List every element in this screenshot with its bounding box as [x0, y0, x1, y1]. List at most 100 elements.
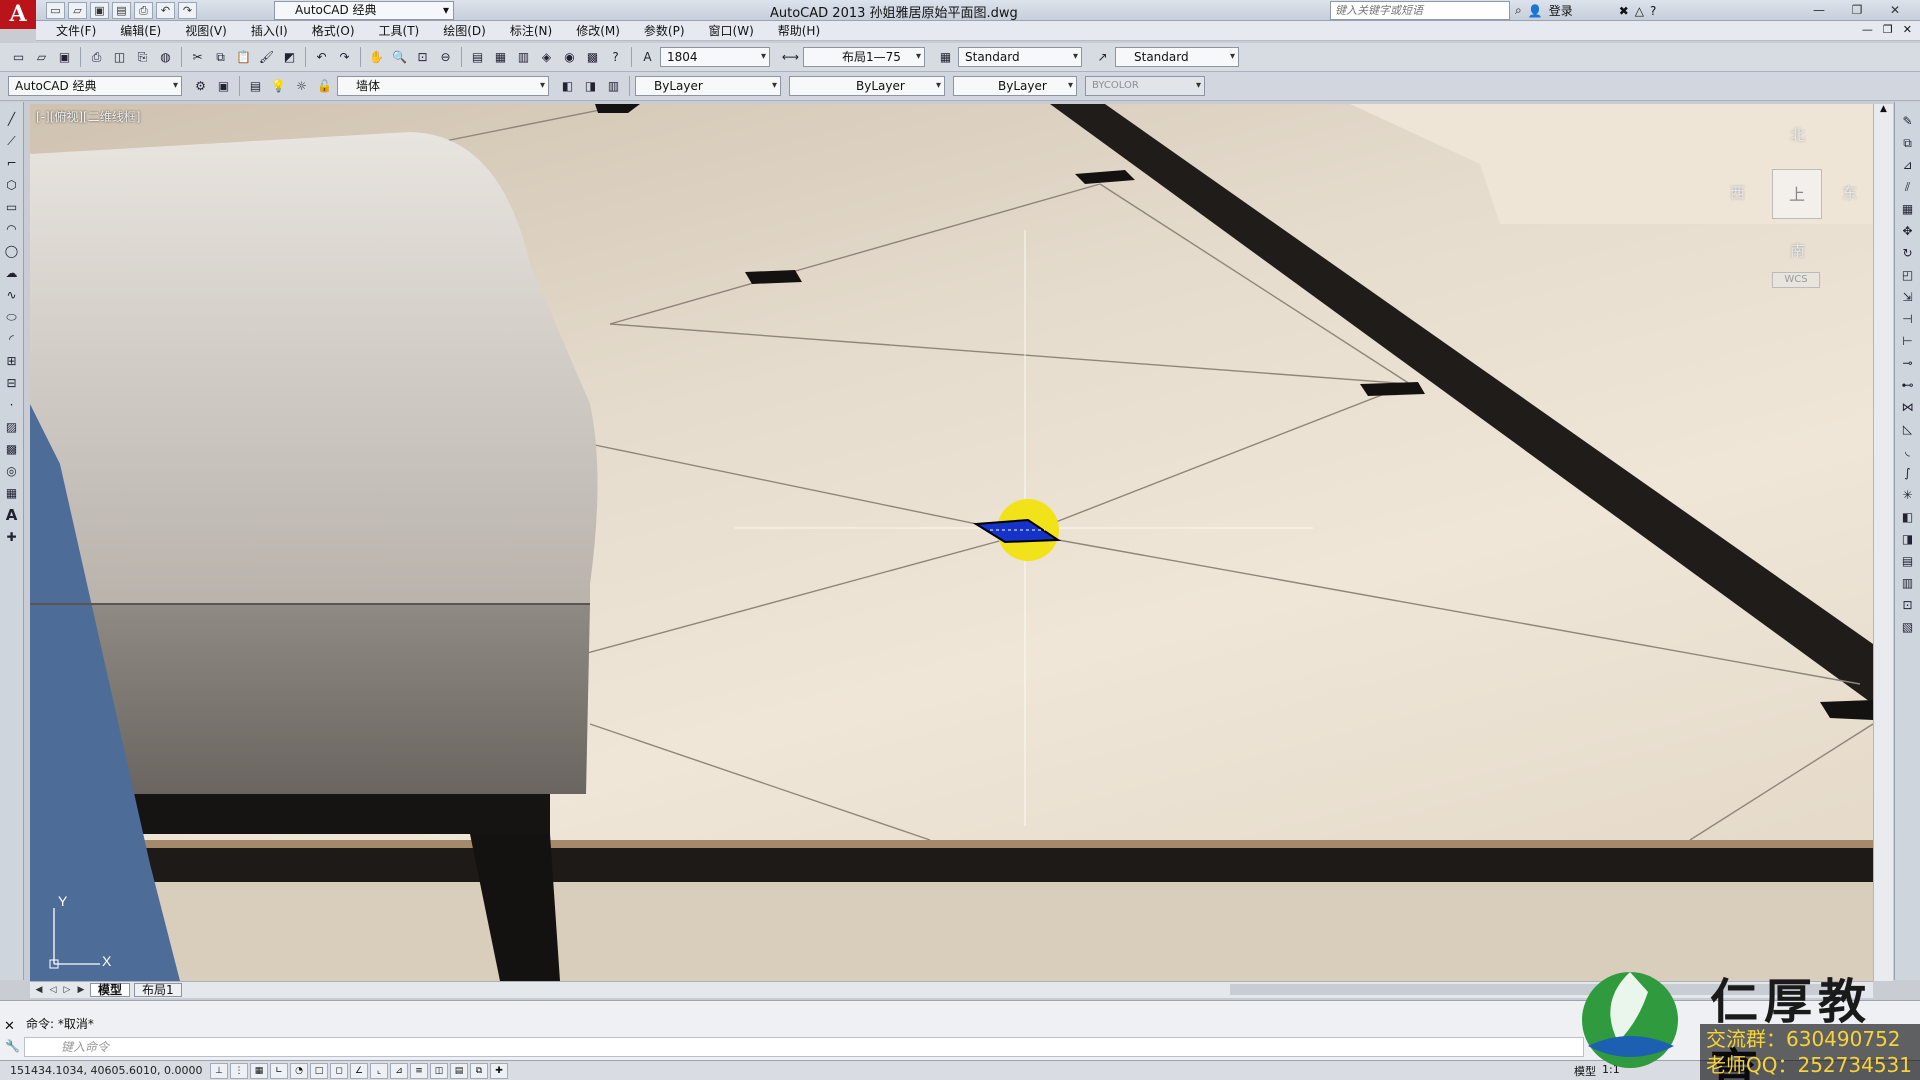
polygon-icon[interactable]: ⬡ [3, 176, 21, 195]
transparency-icon[interactable]: ◫ [430, 1062, 448, 1079]
circle-icon[interactable]: ◯ [3, 242, 21, 261]
open-file-icon[interactable]: ▱ [68, 2, 87, 19]
table-style-icon[interactable]: ▦ [935, 47, 956, 68]
viewcube[interactable]: 北 西 东 南 上 WCS [1730, 124, 1860, 294]
scale-icon[interactable]: ◰ [1899, 266, 1917, 285]
close-icon[interactable]: ✕ [4, 1019, 15, 1034]
line-icon[interactable]: ╱ [3, 110, 21, 129]
compass-west[interactable]: 西 [1730, 182, 1745, 203]
dimension-style-icon[interactable]: ⟷ [780, 47, 801, 68]
tool-palettes-icon[interactable]: ▥ [513, 47, 534, 68]
viewport-controls-label[interactable]: [-][俯视][二维线框] [36, 108, 140, 125]
workspace-settings-icon[interactable]: ⚙ [190, 76, 211, 97]
doc-minimize-icon[interactable]: — [1862, 23, 1873, 36]
workspace-dropdown[interactable]: AutoCAD 经典 ▾ [274, 1, 454, 20]
help-search-input[interactable]: 键入关键字或短语 [1330, 1, 1510, 20]
markup-icon[interactable]: ◉ [559, 47, 580, 68]
quick-properties-icon[interactable]: ▤ [450, 1062, 468, 1079]
layer-freeze-icon[interactable]: ☼ [291, 76, 312, 97]
ellipse-icon[interactable]: ⬭ [3, 308, 21, 327]
first-tab-icon[interactable]: ◀ [34, 985, 44, 995]
multiline-text-icon[interactable]: A [3, 506, 21, 525]
break-at-point-icon[interactable]: ⊸ [1899, 354, 1917, 373]
snap-mode-icon[interactable]: ⋮ [230, 1062, 248, 1079]
publish-icon[interactable]: ⎘ [132, 47, 153, 68]
wrench-icon[interactable]: 🔧 [5, 1039, 20, 1053]
text-style-dropdown[interactable]: Standard [958, 47, 1082, 67]
rotate-icon[interactable]: ↻ [1899, 244, 1917, 263]
zoom-previous-icon[interactable]: ⊖ [435, 47, 456, 68]
make-current-layer-icon[interactable]: ◧ [557, 76, 578, 97]
trim-icon[interactable]: ⊣ [1899, 310, 1917, 329]
menu-modify[interactable]: 修改(M) [576, 22, 620, 39]
layer-state-icon[interactable]: ▥ [603, 76, 624, 97]
prev-tab-icon[interactable]: ◁ [48, 985, 58, 995]
last-tab-icon[interactable]: ▶ [76, 985, 86, 995]
layer-on-icon[interactable]: 💡 [268, 76, 289, 97]
binoculars-icon[interactable]: ⌕ [1515, 3, 1522, 18]
color-dropdown[interactable]: ByLayer [635, 76, 781, 96]
extend-icon[interactable]: ⊢ [1899, 332, 1917, 351]
annotation-monitor-icon[interactable]: ✚ [490, 1062, 508, 1079]
doc-restore-icon[interactable]: ❐ [1883, 23, 1893, 36]
wcs-menu[interactable]: WCS [1772, 272, 1820, 288]
menu-edit[interactable]: 编辑(E) [120, 22, 161, 39]
compass-east[interactable]: 东 [1842, 182, 1857, 203]
draw-order-icon[interactable]: ◧ [1899, 508, 1917, 527]
plot-icon[interactable]: ⎙ [86, 47, 107, 68]
erase-icon[interactable]: ✎ [1899, 112, 1917, 131]
tab-layout1[interactable]: 布局1 [134, 983, 182, 997]
hatch-edit-icon[interactable]: ▧ [1899, 618, 1917, 637]
design-center-icon[interactable]: ▦ [490, 47, 511, 68]
arc-icon[interactable]: ◠ [3, 220, 21, 239]
break-icon[interactable]: ⊷ [1899, 376, 1917, 395]
undo-icon[interactable]: ↶ [156, 2, 175, 19]
layer-match-icon[interactable]: ◨ [1899, 530, 1917, 549]
redo-icon[interactable]: ↷ [334, 47, 355, 68]
offset-icon[interactable]: ⫽ [1899, 178, 1917, 197]
revision-cloud-icon[interactable]: ☁ [3, 264, 21, 283]
array-icon[interactable]: ▦ [1899, 200, 1917, 219]
preview-icon[interactable]: ◫ [109, 47, 130, 68]
menu-format[interactable]: 格式(O) [312, 22, 355, 39]
linetype-dropdown[interactable]: ByLayer [789, 76, 945, 96]
object-snap-icon[interactable]: □ [310, 1062, 328, 1079]
chamfer-icon[interactable]: ◺ [1899, 420, 1917, 439]
lineweight-dropdown[interactable]: ByLayer [953, 76, 1077, 96]
quickcalc-icon[interactable]: ▩ [582, 47, 603, 68]
join-icon[interactable]: ⋈ [1899, 398, 1917, 417]
application-menu-button[interactable]: A [0, 0, 36, 29]
point-icon[interactable]: · [3, 396, 21, 415]
explode-icon[interactable]: ✳ [1899, 486, 1917, 505]
add-selected-icon[interactable]: ✚ [3, 528, 21, 547]
3d-print-icon[interactable]: ◍ [155, 47, 176, 68]
annotation-scale-dropdown[interactable]: 1804 [660, 47, 770, 67]
menu-tools[interactable]: 工具(T) [379, 22, 420, 39]
save-icon[interactable]: ▣ [54, 47, 75, 68]
workspace-selector[interactable]: AutoCAD 经典 [8, 76, 182, 96]
make-block-icon[interactable]: ⊟ [3, 374, 21, 393]
minimize-button[interactable]: — [1800, 1, 1838, 20]
open-icon[interactable]: ▱ [31, 47, 52, 68]
redo-icon[interactable]: ↷ [178, 2, 197, 19]
layer-lock-icon[interactable]: 🔓 [314, 76, 335, 97]
fillet-icon[interactable]: ◟ [1899, 442, 1917, 461]
menu-file[interactable]: 文件(F) [56, 22, 96, 39]
spline-icon[interactable]: ∿ [3, 286, 21, 305]
drawing-viewport[interactable]: [-][俯视][二维线框] 北 西 东 南 上 WCS Y X [30, 104, 1873, 981]
gradient-icon[interactable]: ▩ [3, 440, 21, 459]
next-tab-icon[interactable]: ▷ [62, 985, 72, 995]
user-icon[interactable]: 👤 [1528, 4, 1543, 18]
infer-constraints-icon[interactable]: ⊥ [210, 1062, 228, 1079]
undo-icon[interactable]: ↶ [311, 47, 332, 68]
cut-icon[interactable]: ✂ [187, 47, 208, 68]
help-icon[interactable]: ? [605, 47, 626, 68]
stretch-icon[interactable]: ⇲ [1899, 288, 1917, 307]
polar-tracking-icon[interactable]: ◔ [290, 1062, 308, 1079]
menu-window[interactable]: 窗口(W) [709, 22, 754, 39]
text-style-icon[interactable]: A [637, 47, 658, 68]
rectangle-icon[interactable]: ▭ [3, 198, 21, 217]
menu-draw[interactable]: 绘图(D) [443, 22, 486, 39]
dimension-style-dropdown[interactable]: 布局1—75 [803, 47, 925, 67]
ellipse-arc-icon[interactable]: ◜ [3, 330, 21, 349]
